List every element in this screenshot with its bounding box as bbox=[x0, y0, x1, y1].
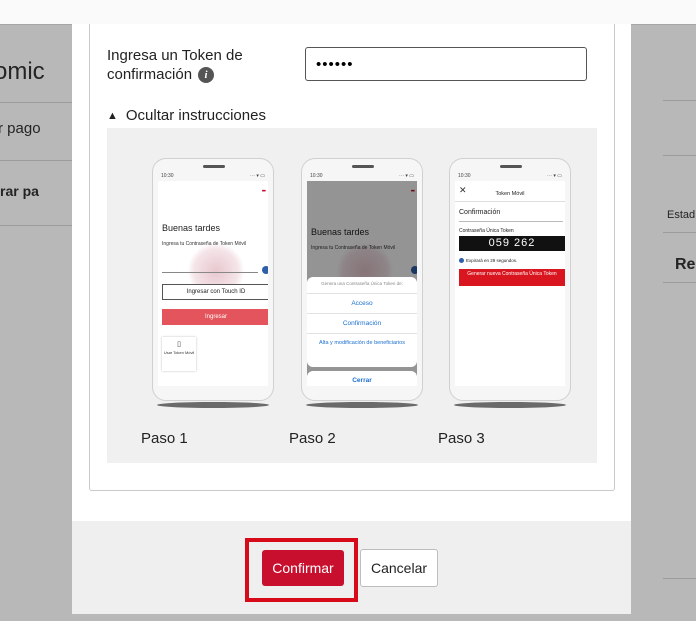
phone-speaker bbox=[203, 165, 225, 168]
token-expiry: Expirará en 29 segundos. bbox=[459, 258, 518, 264]
step-label-1: Paso 1 bbox=[141, 430, 188, 447]
phone-password-line bbox=[162, 272, 258, 273]
chevron-up-icon: ▲ bbox=[107, 110, 118, 123]
phone-token-tile-label: Usar Token Móvil bbox=[163, 350, 195, 355]
phone-time: 10:30 bbox=[458, 173, 471, 179]
help-dot-icon bbox=[262, 266, 268, 274]
close-icon: ✕ bbox=[459, 185, 467, 195]
phone-screen: ••• Buenas tardes Ingresa tu Contraseña … bbox=[307, 181, 417, 386]
toggle-instructions-link[interactable]: ▲ Ocultar instrucciones bbox=[107, 107, 266, 124]
action-sheet-option-beneficiarios: Alta y modificación de beneficiarios bbox=[319, 340, 405, 346]
background-top-bar bbox=[0, 0, 696, 25]
phone-token-tile: ▯ Usar Token Móvil bbox=[162, 337, 196, 371]
action-sheet-caption: Genera una Contraseña Única Token de: bbox=[307, 277, 417, 294]
token-code: 059 262 bbox=[459, 236, 565, 251]
phone-shadow bbox=[157, 402, 269, 408]
action-sheet-option-acceso: Acceso bbox=[307, 294, 417, 314]
action-sheet-option-confirmacion: Confirmación bbox=[307, 314, 417, 334]
phone-screen: ••• Buenas tardes Ingresa tu Contraseña … bbox=[158, 181, 268, 386]
token-input[interactable] bbox=[305, 47, 587, 81]
phone-touch-id-button: Ingresar con Touch ID bbox=[162, 284, 268, 300]
modal-footer: Confirmar Cancelar bbox=[72, 521, 631, 614]
info-icon[interactable]: i bbox=[198, 67, 215, 84]
phone-time: 10:30 bbox=[310, 173, 323, 179]
info-dot-icon bbox=[459, 258, 464, 264]
action-sheet-close: Cerrar bbox=[307, 371, 417, 386]
phone-step-3: 10:30 ⋯ ▾ ▭ Token Móvil ✕ Confirmación C… bbox=[449, 158, 571, 408]
phone-shadow bbox=[306, 402, 418, 408]
confirm-button[interactable]: Confirmar bbox=[262, 550, 344, 586]
step-label-3: Paso 3 bbox=[438, 430, 485, 447]
token-confirmation-modal: Ingresa un Token de confirmacióni ▲ Ocult… bbox=[72, 24, 631, 614]
phone-step-2: 10:30 ⋯ ▾ ▭ ••• Buenas tardes Ingresa tu… bbox=[301, 158, 423, 408]
phone-greeting: Buenas tardes bbox=[162, 223, 221, 233]
step-label-2: Paso 2 bbox=[289, 430, 336, 447]
menu-dots-icon: ••• bbox=[261, 189, 266, 195]
token-app-title: Confirmación bbox=[459, 209, 501, 216]
phone-screen: Token Móvil ✕ Confirmación Contraseña Ún… bbox=[455, 181, 565, 386]
phone-action-sheet: Genera una Contraseña Única Token de: Ac… bbox=[307, 277, 417, 367]
phone-status-icons: ⋯ ▾ ▭ bbox=[398, 173, 414, 179]
phone-subtitle: Ingresa tu Contraseña de Token Móvil bbox=[162, 241, 247, 247]
phone-time: 10:30 bbox=[161, 173, 174, 179]
cancel-button[interactable]: Cancelar bbox=[360, 549, 438, 587]
phone-token-icon: ▯ bbox=[177, 341, 181, 348]
phone-enter-button: Ingresar bbox=[162, 309, 268, 325]
toggle-instructions-label: Ocultar instrucciones bbox=[125, 107, 266, 124]
phone-status-icons: ⋯ ▾ ▭ bbox=[546, 173, 562, 179]
phone-speaker bbox=[500, 165, 522, 168]
generate-token-button: Generar nueva Contraseña Única Token bbox=[459, 269, 565, 286]
token-field-label: Ingresa un Token de confirmación i bbox=[107, 46, 277, 84]
token-code-label: Contraseña Única Token bbox=[459, 228, 514, 234]
token-label-text: Ingresa un Token de confirmación bbox=[107, 47, 243, 83]
phone-status-icons: ⋯ ▾ ▭ bbox=[249, 173, 265, 179]
token-form-card: Ingresa un Token de confirmacióni ▲ Ocult… bbox=[89, 24, 615, 491]
phone-speaker bbox=[352, 165, 374, 168]
token-expiry-text: Expirará en 29 segundos. bbox=[466, 258, 518, 263]
token-app-divider bbox=[459, 221, 563, 222]
token-app-header: Token Móvil bbox=[455, 187, 565, 202]
phone-step-1: 10:30 ⋯ ▾ ▭ ••• Buenas tardes Ingresa tu… bbox=[152, 158, 274, 408]
phone-shadow bbox=[454, 402, 566, 408]
instructions-panel: 10:30 ⋯ ▾ ▭ ••• Buenas tardes Ingresa tu… bbox=[107, 128, 597, 463]
